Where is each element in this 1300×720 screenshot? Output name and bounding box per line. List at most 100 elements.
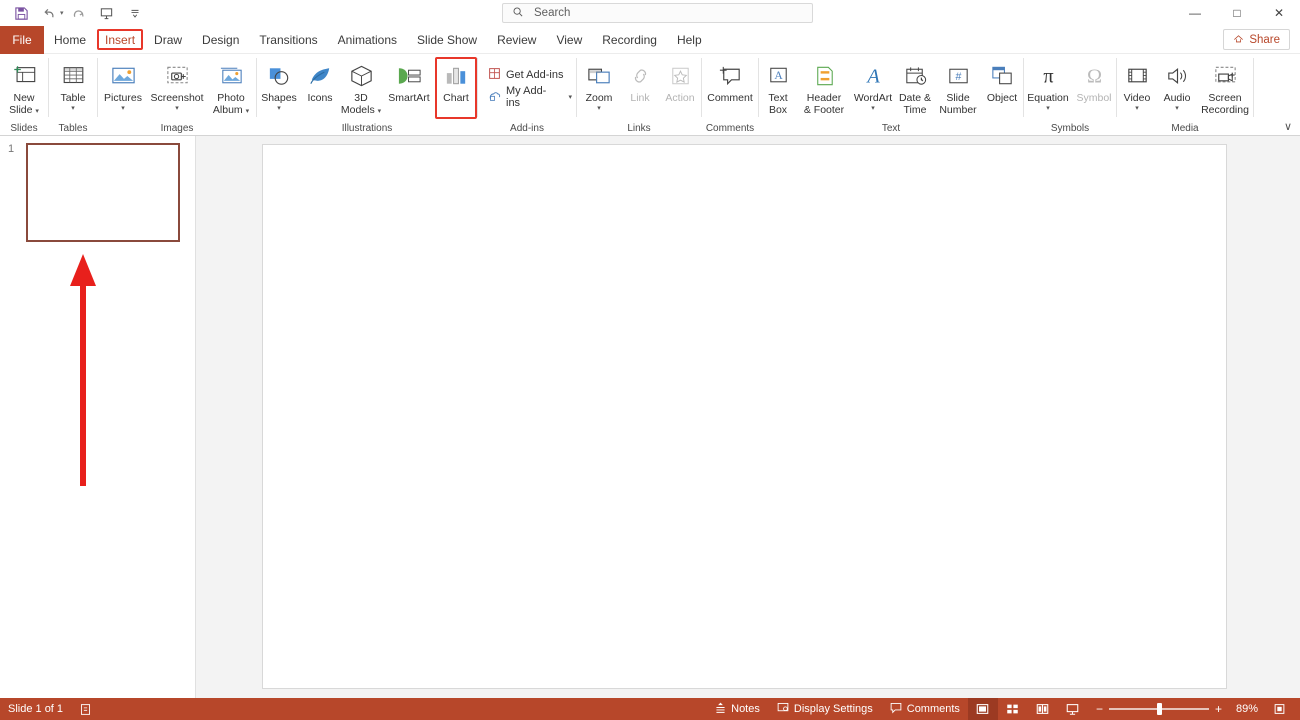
smartart-button[interactable]: SmartArt — [383, 57, 435, 119]
audio-button[interactable]: Audio ▾ — [1157, 57, 1197, 119]
pictures-button[interactable]: Pictures ▾ — [98, 57, 148, 119]
display-settings-button[interactable]: Display Settings — [768, 698, 881, 720]
zoom-percent-label[interactable]: 89% — [1230, 703, 1264, 715]
slide-thumbnail-1[interactable] — [26, 143, 180, 242]
tab-file[interactable]: File — [0, 25, 44, 54]
action-button: Action — [659, 57, 701, 119]
video-button[interactable]: Video ▾ — [1117, 57, 1157, 119]
ribbon-tab-strip: File Home Insert Draw Design Transitions… — [0, 25, 1300, 54]
tab-animations[interactable]: Animations — [329, 26, 406, 54]
object-button[interactable]: Object — [981, 57, 1023, 119]
ribbon-group-images: Pictures ▾ Screenshot ▾ Photo Album ▾ Im… — [98, 54, 256, 136]
zoom-in-button[interactable]: + — [1215, 703, 1222, 715]
my-add-ins-icon — [488, 89, 501, 105]
tab-design[interactable]: Design — [193, 26, 248, 54]
group-label-illustrations: Illustrations — [341, 123, 393, 134]
tab-home[interactable]: Home — [45, 26, 95, 54]
save-icon[interactable] — [8, 2, 34, 24]
object-label: Object — [986, 92, 1018, 104]
screenshot-button[interactable]: Screenshot ▾ — [148, 57, 206, 119]
start-presentation-icon[interactable] — [94, 2, 120, 24]
wordart-button[interactable]: A WordArt ▾ — [851, 57, 895, 119]
icons-button[interactable]: Icons — [301, 57, 339, 119]
customize-quick-access-toolbar-icon[interactable] — [122, 2, 148, 24]
slide-number-button[interactable]: # Slide Number — [935, 57, 981, 119]
ribbon-group-links: Zoom ▾ Link Action Links — [577, 54, 701, 136]
table-caret-icon[interactable]: ▾ — [71, 105, 75, 113]
new-slide-button[interactable]: New Slide ▾ — [0, 57, 48, 119]
tab-recording[interactable]: Recording — [593, 26, 666, 54]
table-label: Table — [60, 92, 86, 104]
svg-text:π: π — [1043, 66, 1053, 88]
table-icon — [60, 61, 87, 91]
shapes-caret-icon[interactable]: ▾ — [277, 105, 281, 113]
slide-number-icon: # — [945, 61, 972, 91]
screenshot-label: Screenshot — [150, 92, 204, 104]
tab-insert[interactable]: Insert — [97, 29, 144, 50]
equation-caret-icon[interactable]: ▾ — [1046, 105, 1050, 113]
slide-show-button[interactable] — [1058, 698, 1088, 720]
get-add-ins-button[interactable]: Get Add-ins — [484, 64, 567, 86]
normal-view-button[interactable] — [967, 698, 998, 720]
group-label-slides: Slides — [10, 123, 38, 134]
slide-sorter-view-button[interactable] — [998, 698, 1028, 720]
screen-recording-button[interactable]: Screen Recording — [1197, 57, 1253, 119]
3d-models-button[interactable]: 3D Models ▾ — [339, 57, 383, 119]
ribbon-group-symbols: π Equation ▾ Ω Symbol Symbols — [1024, 54, 1116, 136]
zoom-slider-track[interactable] — [1108, 703, 1209, 715]
zoom-slider[interactable]: − + — [1088, 698, 1230, 720]
zoom-button[interactable]: Zoom ▾ — [577, 57, 621, 119]
ribbon-group-media: Video ▾ Audio ▾ Screen Recording Media — [1117, 54, 1253, 136]
notes-button[interactable]: Notes — [706, 698, 768, 720]
pictures-caret-icon[interactable]: ▾ — [121, 105, 125, 113]
zoom-slider-thumb[interactable] — [1156, 703, 1162, 715]
share-button[interactable]: Share — [1223, 29, 1290, 50]
header-footer-button[interactable]: Header & Footer — [797, 57, 851, 119]
redo-icon[interactable] — [66, 2, 92, 24]
slide-indicator[interactable]: Slide 1 of 1 — [0, 698, 71, 720]
tab-slide-show[interactable]: Slide Show — [408, 26, 486, 54]
undo-dropdown-caret-icon[interactable]: ▾ — [60, 9, 64, 17]
notes-label: Notes — [731, 703, 760, 715]
date-time-button[interactable]: Date & Time — [895, 57, 935, 119]
zoom-caret-icon[interactable]: ▾ — [597, 105, 601, 113]
audio-caret-icon[interactable]: ▾ — [1175, 105, 1179, 113]
fit-slide-to-window-icon[interactable] — [1264, 698, 1294, 720]
tab-draw[interactable]: Draw — [145, 26, 191, 54]
my-add-ins-button[interactable]: My Add-ins ▾ — [484, 85, 576, 109]
date-time-icon — [902, 61, 929, 91]
shapes-button[interactable]: Shapes ▾ — [257, 57, 301, 119]
table-button[interactable]: Table ▾ — [49, 57, 97, 119]
undo-icon[interactable] — [36, 2, 62, 24]
screen-recording-icon — [1212, 61, 1239, 91]
accessibility-checker-icon[interactable] — [71, 698, 100, 720]
video-icon — [1124, 61, 1151, 91]
icons-label: Icons — [307, 92, 333, 104]
zoom-out-button[interactable]: − — [1096, 703, 1103, 715]
comment-button[interactable]: Comment — [702, 57, 758, 119]
tab-help[interactable]: Help — [668, 26, 711, 54]
video-caret-icon[interactable]: ▾ — [1135, 105, 1139, 113]
search-placeholder: Search — [534, 7, 571, 19]
tab-transitions[interactable]: Transitions — [250, 26, 326, 54]
screenshot-caret-icon[interactable]: ▾ — [175, 105, 179, 113]
tab-review[interactable]: Review — [488, 26, 545, 54]
wordart-caret-icon[interactable]: ▾ — [871, 105, 875, 113]
text-box-button[interactable]: A Text Box — [759, 57, 797, 119]
my-add-ins-caret-icon[interactable]: ▾ — [568, 93, 572, 101]
pictures-label: Pictures — [104, 92, 142, 104]
collapse-ribbon-button[interactable]: ∨ — [1284, 120, 1292, 133]
tab-view[interactable]: View — [547, 26, 591, 54]
reading-view-button[interactable] — [1028, 698, 1058, 720]
chart-button[interactable]: Chart — [435, 57, 477, 119]
equation-button[interactable]: π Equation ▾ — [1024, 57, 1072, 119]
comments-button[interactable]: Comments — [881, 698, 968, 720]
minimize-button[interactable]: — — [1174, 0, 1216, 26]
photo-album-button[interactable]: Photo Album ▾ — [206, 57, 256, 119]
3d-models-icon — [348, 61, 375, 91]
search-box[interactable]: Search — [502, 3, 813, 23]
current-slide-canvas[interactable] — [262, 144, 1227, 689]
close-button[interactable]: ✕ — [1258, 0, 1300, 26]
maximize-button[interactable]: □ — [1216, 0, 1258, 26]
chart-label: Chart — [443, 92, 469, 104]
